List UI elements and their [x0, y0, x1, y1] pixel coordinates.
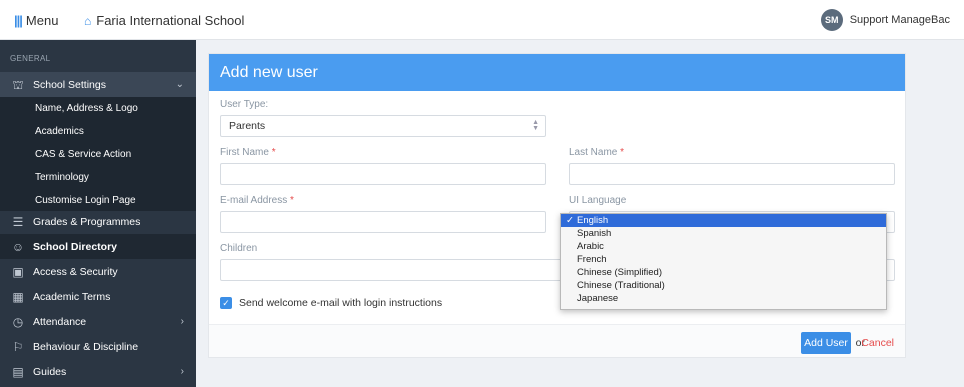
checkbox-checked-icon[interactable]: ✓	[220, 297, 232, 309]
language-option-spanish[interactable]: Spanish	[561, 227, 886, 240]
welcome-email-option[interactable]: ✓ Send welcome e-mail with login instruc…	[220, 297, 442, 309]
sidebar-item-behaviour[interactable]: ⚐ Behaviour & Discipline	[0, 334, 196, 359]
sidebar: GENERAL ⛫ School Settings ⌄ Name, Addres…	[0, 40, 196, 387]
school-link[interactable]: ⌂ Faria International School	[84, 13, 244, 28]
first-name-label: First Name *	[220, 147, 276, 158]
ui-language-label: UI Language	[569, 195, 627, 206]
menu-label: Menu	[25, 13, 59, 28]
building-icon: ⛫	[12, 77, 24, 92]
calendar-clock-icon: ◷	[12, 314, 24, 329]
sidebar-item-attendance[interactable]: ◷ Attendance ›	[0, 309, 196, 334]
panel-title: Add new user	[209, 54, 905, 91]
sidebar-item-terms[interactable]: ▦ Academic Terms	[0, 284, 196, 309]
ui-language-dropdown: ✓ English Spanish Arabic French Chinese (…	[560, 213, 887, 310]
user-type-select[interactable]: Parents ▲ ▼	[220, 115, 546, 137]
user-name: Support ManageBac	[849, 14, 950, 26]
sidebar-item-school-settings[interactable]: ⛫ School Settings ⌄	[0, 72, 196, 97]
sidebar-item-grades[interactable]: ☰ Grades & Programmes	[0, 209, 196, 234]
sidebar-section-label: GENERAL	[10, 54, 51, 63]
sidebar-subitem-academics[interactable]: Academics	[0, 120, 196, 143]
language-option-chinese-simplified[interactable]: Chinese (Simplified)	[561, 266, 886, 279]
menu-icon: |||	[14, 13, 23, 28]
add-user-button[interactable]: Add User	[801, 332, 851, 354]
last-name-field[interactable]	[569, 163, 895, 185]
user-type-value: Parents	[229, 120, 266, 132]
user-menu[interactable]: SM Support ManageBac	[820, 9, 950, 31]
sidebar-item-directory[interactable]: ☺ School Directory	[0, 234, 196, 259]
language-option-arabic[interactable]: Arabic	[561, 240, 886, 253]
chevron-down-icon: ⌄	[175, 79, 184, 90]
cancel-link[interactable]: Cancel	[861, 337, 894, 349]
email-field[interactable]	[220, 211, 546, 233]
school-name: Faria International School	[96, 13, 245, 28]
first-name-field[interactable]	[220, 163, 546, 185]
chevron-right-icon: ›	[180, 316, 184, 327]
children-label: Children	[220, 243, 258, 254]
updown-arrows-icon: ▲ ▼	[532, 119, 539, 132]
top-bar: ||| Menu ⌂ Faria International School SM…	[0, 0, 964, 40]
sidebar-subitem-cas-service[interactable]: CAS & Service Action	[0, 143, 196, 166]
flag-icon: ⚐	[12, 339, 24, 354]
sidebar-item-guides[interactable]: ▤ Guides ›	[0, 359, 196, 384]
sidebar-subitem-customise-login[interactable]: Customise Login Page	[0, 189, 196, 211]
last-name-label: Last Name *	[569, 147, 625, 158]
language-option-english[interactable]: ✓ English	[561, 214, 886, 227]
add-user-panel: Add new user User Type: Parents ▲ ▼ First…	[208, 53, 906, 358]
users-icon: ☺	[11, 239, 25, 254]
language-option-chinese-traditional[interactable]: Chinese (Traditional)	[561, 279, 886, 292]
language-option-japanese[interactable]: Japanese	[561, 292, 886, 305]
language-option-french[interactable]: French	[561, 253, 886, 266]
lock-icon: ▣	[12, 264, 24, 279]
user-type-label: User Type:	[220, 99, 269, 110]
home-icon: ⌂	[84, 13, 92, 28]
sidebar-item-access[interactable]: ▣ Access & Security	[0, 259, 196, 284]
sidebar-subitem-name-address-logo[interactable]: Name, Address & Logo	[0, 97, 196, 120]
sidebar-item-label: Guides	[33, 365, 67, 378]
book-icon: ▤	[12, 364, 24, 379]
welcome-email-label: Send welcome e-mail with login instructi…	[239, 297, 443, 309]
sidebar-item-label: Behaviour & Discipline	[33, 340, 139, 353]
sidebar-item-label: Grades & Programmes	[33, 215, 141, 228]
calendar-icon: ▦	[12, 289, 24, 304]
avatar: SM	[820, 9, 843, 31]
sidebar-subitem-terminology[interactable]: Terminology	[0, 166, 196, 189]
checkmark-icon: ✓	[566, 215, 574, 226]
menu-button[interactable]: ||| Menu	[14, 13, 58, 28]
sidebar-item-label: School Directory	[33, 240, 118, 253]
list-icon: ☰	[12, 214, 24, 229]
sidebar-item-label: Attendance	[33, 315, 87, 328]
email-label: E-mail Address *	[220, 195, 294, 206]
sidebar-item-label: Academic Terms	[33, 290, 111, 303]
sidebar-item-label: School Settings	[33, 78, 106, 91]
sidebar-item-label: Access & Security	[33, 265, 118, 278]
form-footer: Add User or Cancel	[209, 324, 905, 357]
chevron-right-icon: ›	[180, 366, 184, 377]
